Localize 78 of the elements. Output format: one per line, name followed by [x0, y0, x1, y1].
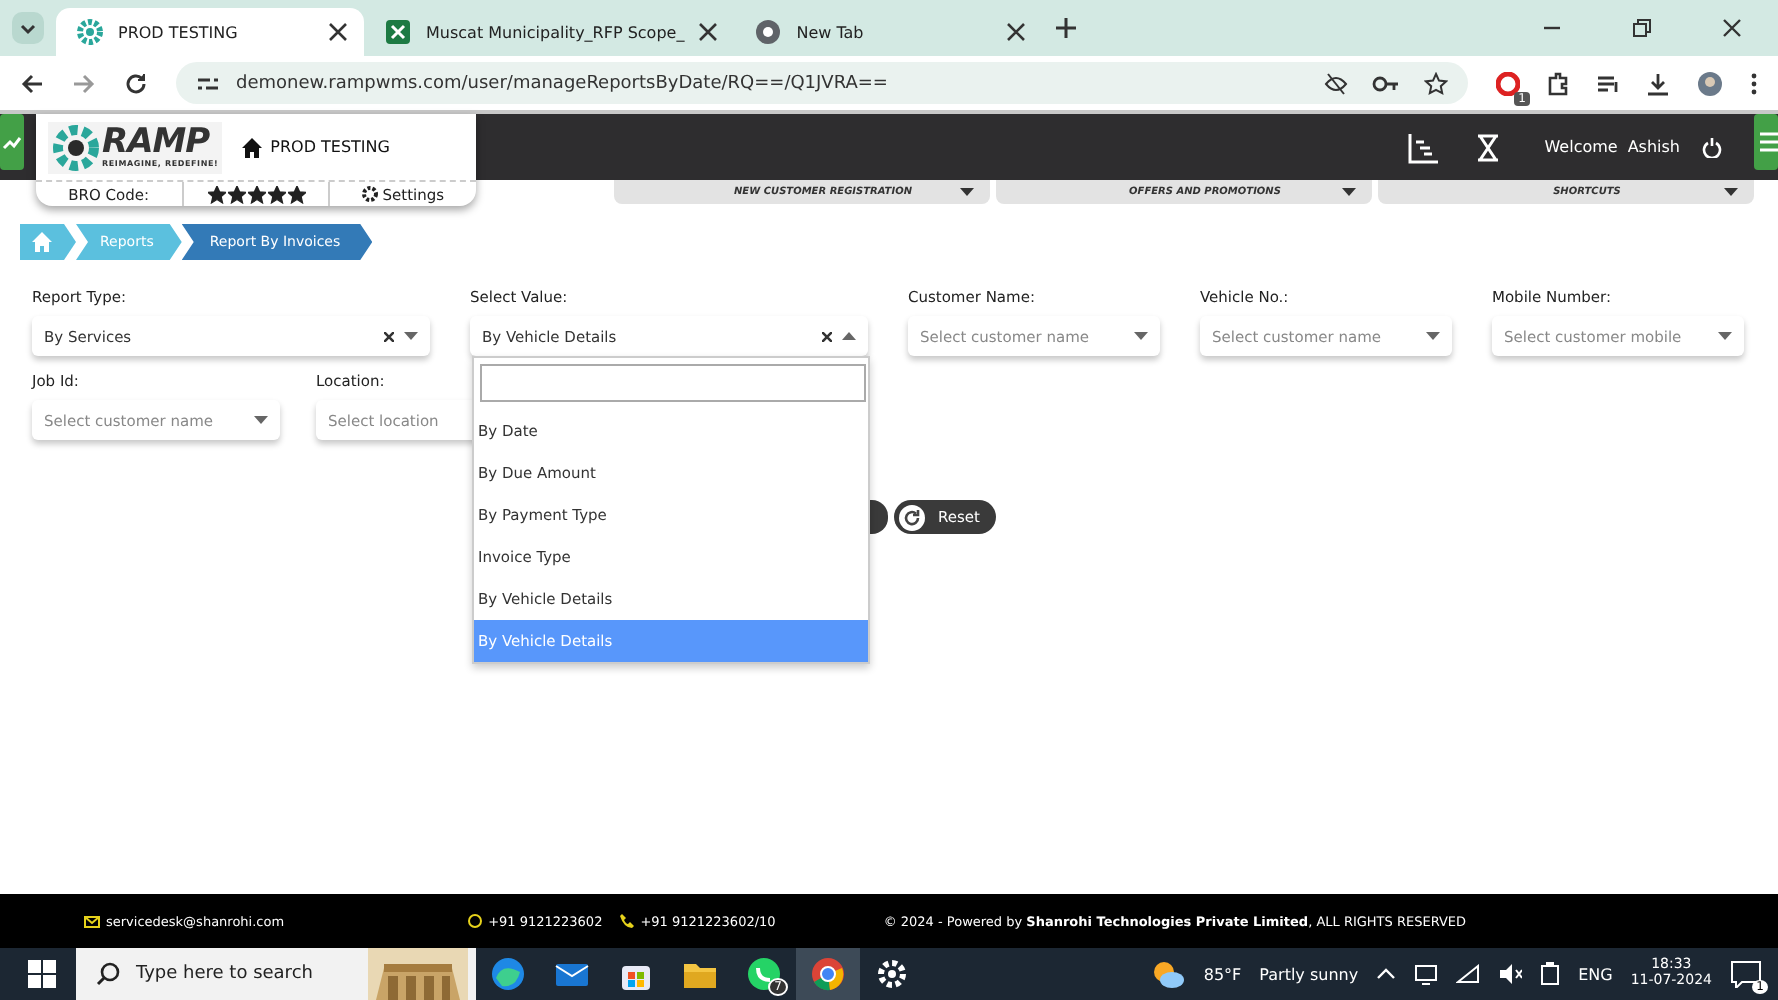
gear-icon — [362, 186, 379, 202]
browser-tab[interactable]: Muscat Municipality_RFP Scope_ — [364, 8, 735, 56]
caret-icon — [1718, 332, 1732, 340]
forward-icon — [72, 71, 96, 95]
tab-title: New Tab — [796, 23, 866, 41]
star-icon — [207, 185, 225, 203]
restore-icon[interactable] — [1632, 18, 1652, 38]
close-icon[interactable] — [328, 22, 348, 42]
power-icon[interactable] — [1702, 137, 1722, 157]
environment-name: PROD TESTING — [270, 138, 390, 156]
phone-icon — [620, 914, 635, 928]
home-icon[interactable] — [242, 137, 263, 157]
puzzle-icon[interactable] — [1546, 71, 1570, 95]
url-text: demonew.rampwms.com/user/manageReportsByDate/RQ==/Q1JVRA== — [236, 73, 890, 93]
speaker-icon[interactable] — [1498, 964, 1523, 984]
monitor-icon[interactable] — [1414, 962, 1439, 986]
mail-icon — [84, 915, 100, 927]
clear-icon[interactable] — [822, 331, 832, 341]
weather-text[interactable]: Partly sunny — [1259, 965, 1359, 983]
star-icon — [267, 185, 285, 203]
chrome-icon[interactable] — [810, 956, 846, 992]
star-outline-icon[interactable] — [1424, 71, 1448, 95]
more-icon[interactable] — [1750, 71, 1758, 95]
reading-list-icon[interactable] — [1596, 71, 1620, 95]
browser-tab[interactable]: New Tab — [734, 8, 1043, 56]
star-icon — [227, 185, 245, 203]
download-icon[interactable] — [1646, 71, 1670, 95]
tab-search-icon[interactable] — [12, 12, 44, 44]
profile-icon[interactable] — [1696, 69, 1724, 97]
eye-off-icon[interactable] — [1324, 71, 1348, 95]
caret-icon — [842, 332, 856, 340]
back-icon[interactable] — [20, 71, 44, 95]
new-tab-icon[interactable] — [1054, 16, 1079, 40]
home-icon — [32, 232, 52, 252]
language-indicator[interactable]: ENG — [1578, 965, 1613, 983]
tab-title: PROD TESTING — [118, 23, 240, 41]
caret-icon — [1134, 332, 1148, 340]
caret-icon — [254, 416, 268, 424]
temperature[interactable]: 85°F — [1203, 965, 1242, 983]
gear-logo-icon — [52, 123, 100, 171]
windows-icon[interactable] — [28, 960, 56, 988]
gear-icon — [76, 18, 104, 46]
clear-icon[interactable] — [384, 331, 394, 341]
caret-icon — [960, 188, 974, 196]
caret-icon — [404, 332, 418, 340]
battery-icon[interactable] — [1540, 962, 1561, 986]
key-icon[interactable] — [1372, 73, 1400, 93]
tab-title: Muscat Municipality_RFP Scope_ — [426, 23, 685, 41]
browser-tab[interactable]: PROD TESTING — [56, 8, 364, 56]
address-field[interactable]: demonew.rampwms.com/user/manageReportsByDate/RQ==/Q1JVRA== — [176, 62, 1468, 104]
search-field[interactable] — [480, 364, 866, 402]
chart-toggle-icon[interactable] — [0, 114, 24, 170]
hourglass-icon[interactable] — [1476, 133, 1501, 161]
edge-icon[interactable] — [490, 956, 526, 992]
reload-icon[interactable] — [124, 71, 148, 95]
chevron-up-icon[interactable] — [1376, 968, 1397, 980]
caret-icon — [1426, 332, 1440, 340]
gear-icon[interactable] — [874, 956, 910, 992]
caret-icon — [1342, 188, 1356, 196]
star-icon — [247, 185, 265, 203]
caret-icon — [1724, 188, 1738, 196]
refresh-icon — [898, 503, 926, 531]
search-icon — [96, 962, 120, 986]
brand-name: RAMP — [102, 126, 210, 160]
weather-icon[interactable] — [1149, 958, 1186, 990]
spreadsheet-icon — [384, 18, 412, 46]
star-icon — [287, 185, 305, 203]
user-name: Ashish — [1627, 138, 1680, 156]
close-icon[interactable] — [1722, 18, 1742, 38]
site-settings-icon[interactable] — [196, 73, 220, 93]
close-icon[interactable] — [698, 22, 719, 42]
notification-icon[interactable] — [1730, 960, 1762, 988]
extension-icon[interactable] — [1496, 71, 1520, 95]
taskbar-search[interactable]: Type here to search — [76, 948, 476, 1000]
timeline-icon[interactable] — [1408, 131, 1441, 163]
welcome-text: Welcome — [1544, 138, 1618, 156]
menu-icon[interactable] — [1754, 114, 1778, 170]
close-icon[interactable] — [1006, 22, 1027, 42]
